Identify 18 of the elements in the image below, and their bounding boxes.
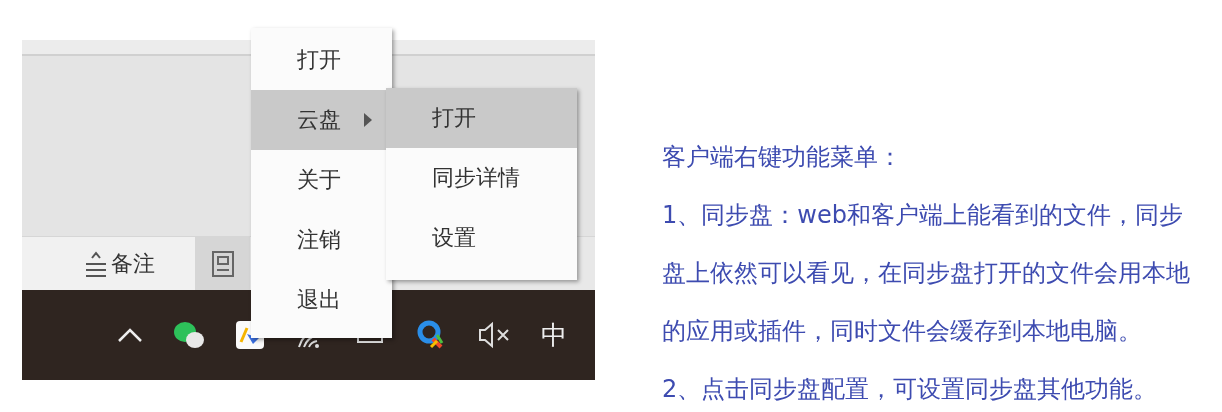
menu-item[interactable]: 打开 <box>251 30 386 90</box>
menu-item[interactable]: 打开 <box>386 88 577 148</box>
description-title: 客户端右键功能菜单： <box>662 142 903 173</box>
menu-item[interactable]: 关于 <box>251 150 386 210</box>
muted-speaker-icon[interactable] <box>477 320 511 350</box>
menu-item[interactable]: 同步详情 <box>386 148 577 208</box>
chat-icon[interactable] <box>173 320 205 350</box>
menu-item[interactable]: 注销 <box>251 210 386 270</box>
note-label: 备注 <box>110 249 155 278</box>
description-text: 1、同步盘：web和客户端上能看到的文件，同步盘上依然可以看见，在同步盘打开的文件会用本地的应用或插件，同时文件会缓存到本地电脑。 <box>662 200 1191 347</box>
menu-item[interactable]: 云盘 <box>251 90 386 150</box>
panel-icon[interactable] <box>211 250 234 277</box>
chevron-up-icon[interactable] <box>117 327 143 343</box>
note-tab[interactable]: 备注 <box>22 237 195 290</box>
description-text: 2、点击同步盘配置，可设置同步盘其他功能。 <box>662 374 1159 405</box>
ime-indicator[interactable]: 中 <box>541 317 567 353</box>
menu-item[interactable]: 退出 <box>251 270 386 330</box>
menu-item[interactable]: 设置 <box>386 208 577 268</box>
